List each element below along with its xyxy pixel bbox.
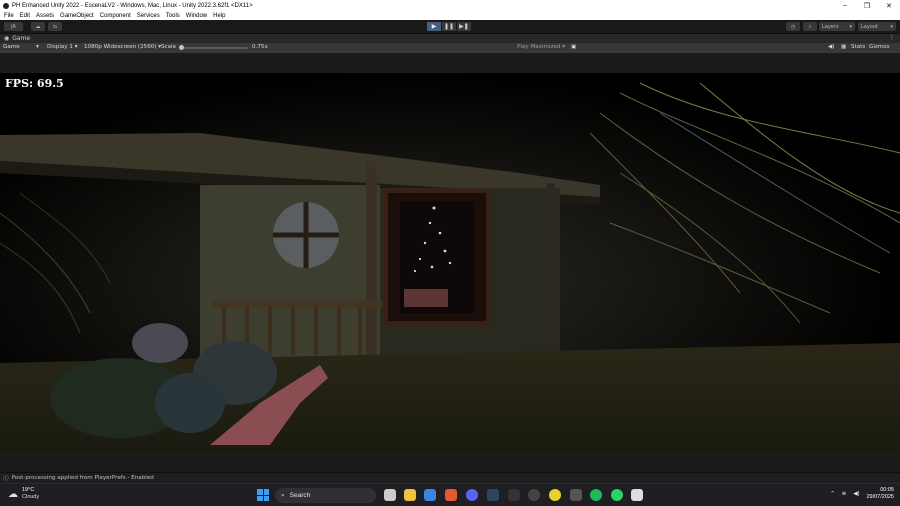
steam-icon[interactable] [487, 489, 499, 501]
stats-icon: ▦ [841, 44, 847, 50]
step-button[interactable]: ▶❚ [457, 22, 471, 31]
history-icon[interactable]: ◷ [786, 22, 800, 31]
fps-counter: FPS: 69.5 [5, 77, 64, 90]
chevron-down-icon: ▾ [849, 23, 852, 30]
info-icon: ⓘ [3, 476, 9, 482]
menu-component[interactable]: Component [100, 13, 131, 19]
search-icon[interactable]: ⌕ [803, 22, 817, 31]
game-panel-tab[interactable]: ◉ Game ⋮ [0, 34, 900, 43]
file-explorer-icon[interactable] [404, 489, 416, 501]
scale-slider-handle[interactable] [179, 45, 184, 50]
search-icon: ⌕ [281, 491, 285, 499]
main-toolbar: JA ☁ ⇆ ▶ ❚❚ ▶❚ ◷ ⌕ Layers ▾ Layout ▾ [0, 20, 900, 34]
play-mode-dropdown[interactable]: Play Maximized ▾ [517, 44, 565, 50]
close-button[interactable]: ✕ [878, 2, 900, 10]
unity-editor-icon[interactable] [631, 489, 643, 501]
chevron-down-icon: ▾ [36, 44, 39, 50]
epic-games-icon[interactable] [508, 489, 520, 501]
unity-app-icon [3, 2, 9, 9]
taskbar-search[interactable]: ⌕ Search [275, 488, 376, 503]
spotify-icon[interactable] [590, 489, 602, 501]
chevron-up-icon[interactable]: ⌃ [830, 491, 835, 497]
play-controls: ▶ ❚❚ ▶❚ [427, 22, 471, 32]
volume-icon[interactable]: ◀) [853, 491, 859, 497]
game-tab-label: Game [12, 35, 31, 42]
scale-value: 0.75x [252, 44, 268, 50]
layout-dropdown[interactable]: Layout ▾ [858, 22, 896, 31]
weather-widget[interactable]: ☁ 19°C Cloudy [8, 487, 39, 501]
game-viewport[interactable]: FPS: 69.5 [0, 53, 900, 472]
view-mode-label: Game [3, 44, 20, 50]
resolution-dropdown[interactable]: 1080p Widescreen (2560) ▾ [84, 44, 161, 50]
cloud-icon[interactable]: ☁ [31, 22, 45, 31]
windows-taskbar: ☁ 19°C Cloudy ⌕ Search ⌃ ≋ ◀) 00:05 29/0… [0, 483, 900, 506]
layout-label: Layout [861, 23, 878, 30]
speaker-icon[interactable]: ◀) [828, 44, 834, 50]
play-button[interactable]: ▶ [427, 22, 441, 31]
account-button[interactable]: JA [4, 22, 23, 31]
game-scene-render[interactable]: FPS: 69.5 [0, 73, 900, 453]
menu-assets[interactable]: Assets [36, 13, 54, 19]
menu-services[interactable]: Services [137, 13, 160, 19]
layers-dropdown[interactable]: Layers ▾ [819, 22, 855, 31]
cloud-weather-icon: ☁ [8, 488, 18, 500]
layers-label: Layers [822, 23, 839, 30]
maximize-button[interactable]: ❐ [856, 2, 878, 10]
play-mode-label: Play Maximized [517, 44, 561, 50]
menu-bar: File Edit Assets GameObject Component Se… [0, 11, 900, 20]
menu-edit[interactable]: Edit [20, 13, 30, 19]
haunted-house-scene [0, 73, 900, 453]
weather-temperature: 19°C [22, 487, 35, 493]
scale-label: Scale [161, 44, 177, 50]
menu-tools[interactable]: Tools [166, 13, 180, 19]
clock[interactable]: 00:05 29/07/2025 [866, 487, 894, 501]
game-view-icon: ◉ [4, 35, 10, 42]
wifi-icon[interactable]: ≋ [842, 491, 847, 497]
menu-gameobject[interactable]: GameObject [60, 13, 94, 19]
brave-browser-icon[interactable] [445, 489, 457, 501]
lock-icon[interactable]: ▣ [571, 44, 576, 50]
unity-hub-icon[interactable] [570, 489, 582, 501]
system-tray: ⌃ ≋ ◀) 00:05 29/07/2025 [830, 487, 894, 501]
status-bar: ⓘ Post-processing applied from PlayerPre… [0, 472, 900, 483]
window-title: PH Enhanced Unity 2022 - EscenaLV2 - Win… [12, 2, 253, 9]
menu-window[interactable]: Window [186, 13, 207, 19]
task-view-icon[interactable] [384, 489, 396, 501]
pause-button[interactable]: ❚❚ [442, 22, 456, 31]
scale-slider-track[interactable] [180, 47, 248, 49]
status-message[interactable]: Post-processing applied from PlayerPrefs… [12, 475, 154, 481]
store-icon[interactable] [424, 489, 436, 501]
discord-icon[interactable] [466, 489, 478, 501]
minimize-button[interactable]: – [834, 2, 856, 9]
panel-menu-icon[interactable]: ⋮ [889, 34, 895, 41]
github-icon[interactable] [528, 489, 540, 501]
stats-button[interactable]: Stats [851, 44, 865, 50]
menu-help[interactable]: Help [213, 13, 225, 19]
game-view-toolbar: Game ▾ Display 1 ▾ 1080p Widescreen (256… [0, 43, 900, 53]
weather-condition: Cloudy [22, 494, 40, 500]
menu-file[interactable]: File [4, 13, 14, 19]
display-label: Display 1 [47, 44, 73, 50]
app-icon[interactable] [549, 489, 561, 501]
search-placeholder: Search [289, 492, 311, 499]
display-dropdown[interactable]: Display 1 ▾ [47, 44, 78, 50]
account-label: JA [11, 23, 16, 30]
clock-time: 00:05 [880, 487, 894, 493]
chevron-down-icon: ▾ [890, 23, 893, 30]
window-titlebar: PH Enhanced Unity 2022 - EscenaLV2 - Win… [0, 0, 900, 11]
gizmos-button[interactable]: Gizmos [869, 44, 890, 50]
clock-date: 29/07/2025 [866, 494, 894, 500]
start-button[interactable] [257, 489, 269, 501]
resolution-label: 1080p Widescreen (2560) [84, 44, 157, 50]
collab-icon[interactable]: ⇆ [48, 22, 62, 31]
view-mode-dropdown[interactable]: Game [3, 44, 20, 50]
whatsapp-icon[interactable] [611, 489, 623, 501]
